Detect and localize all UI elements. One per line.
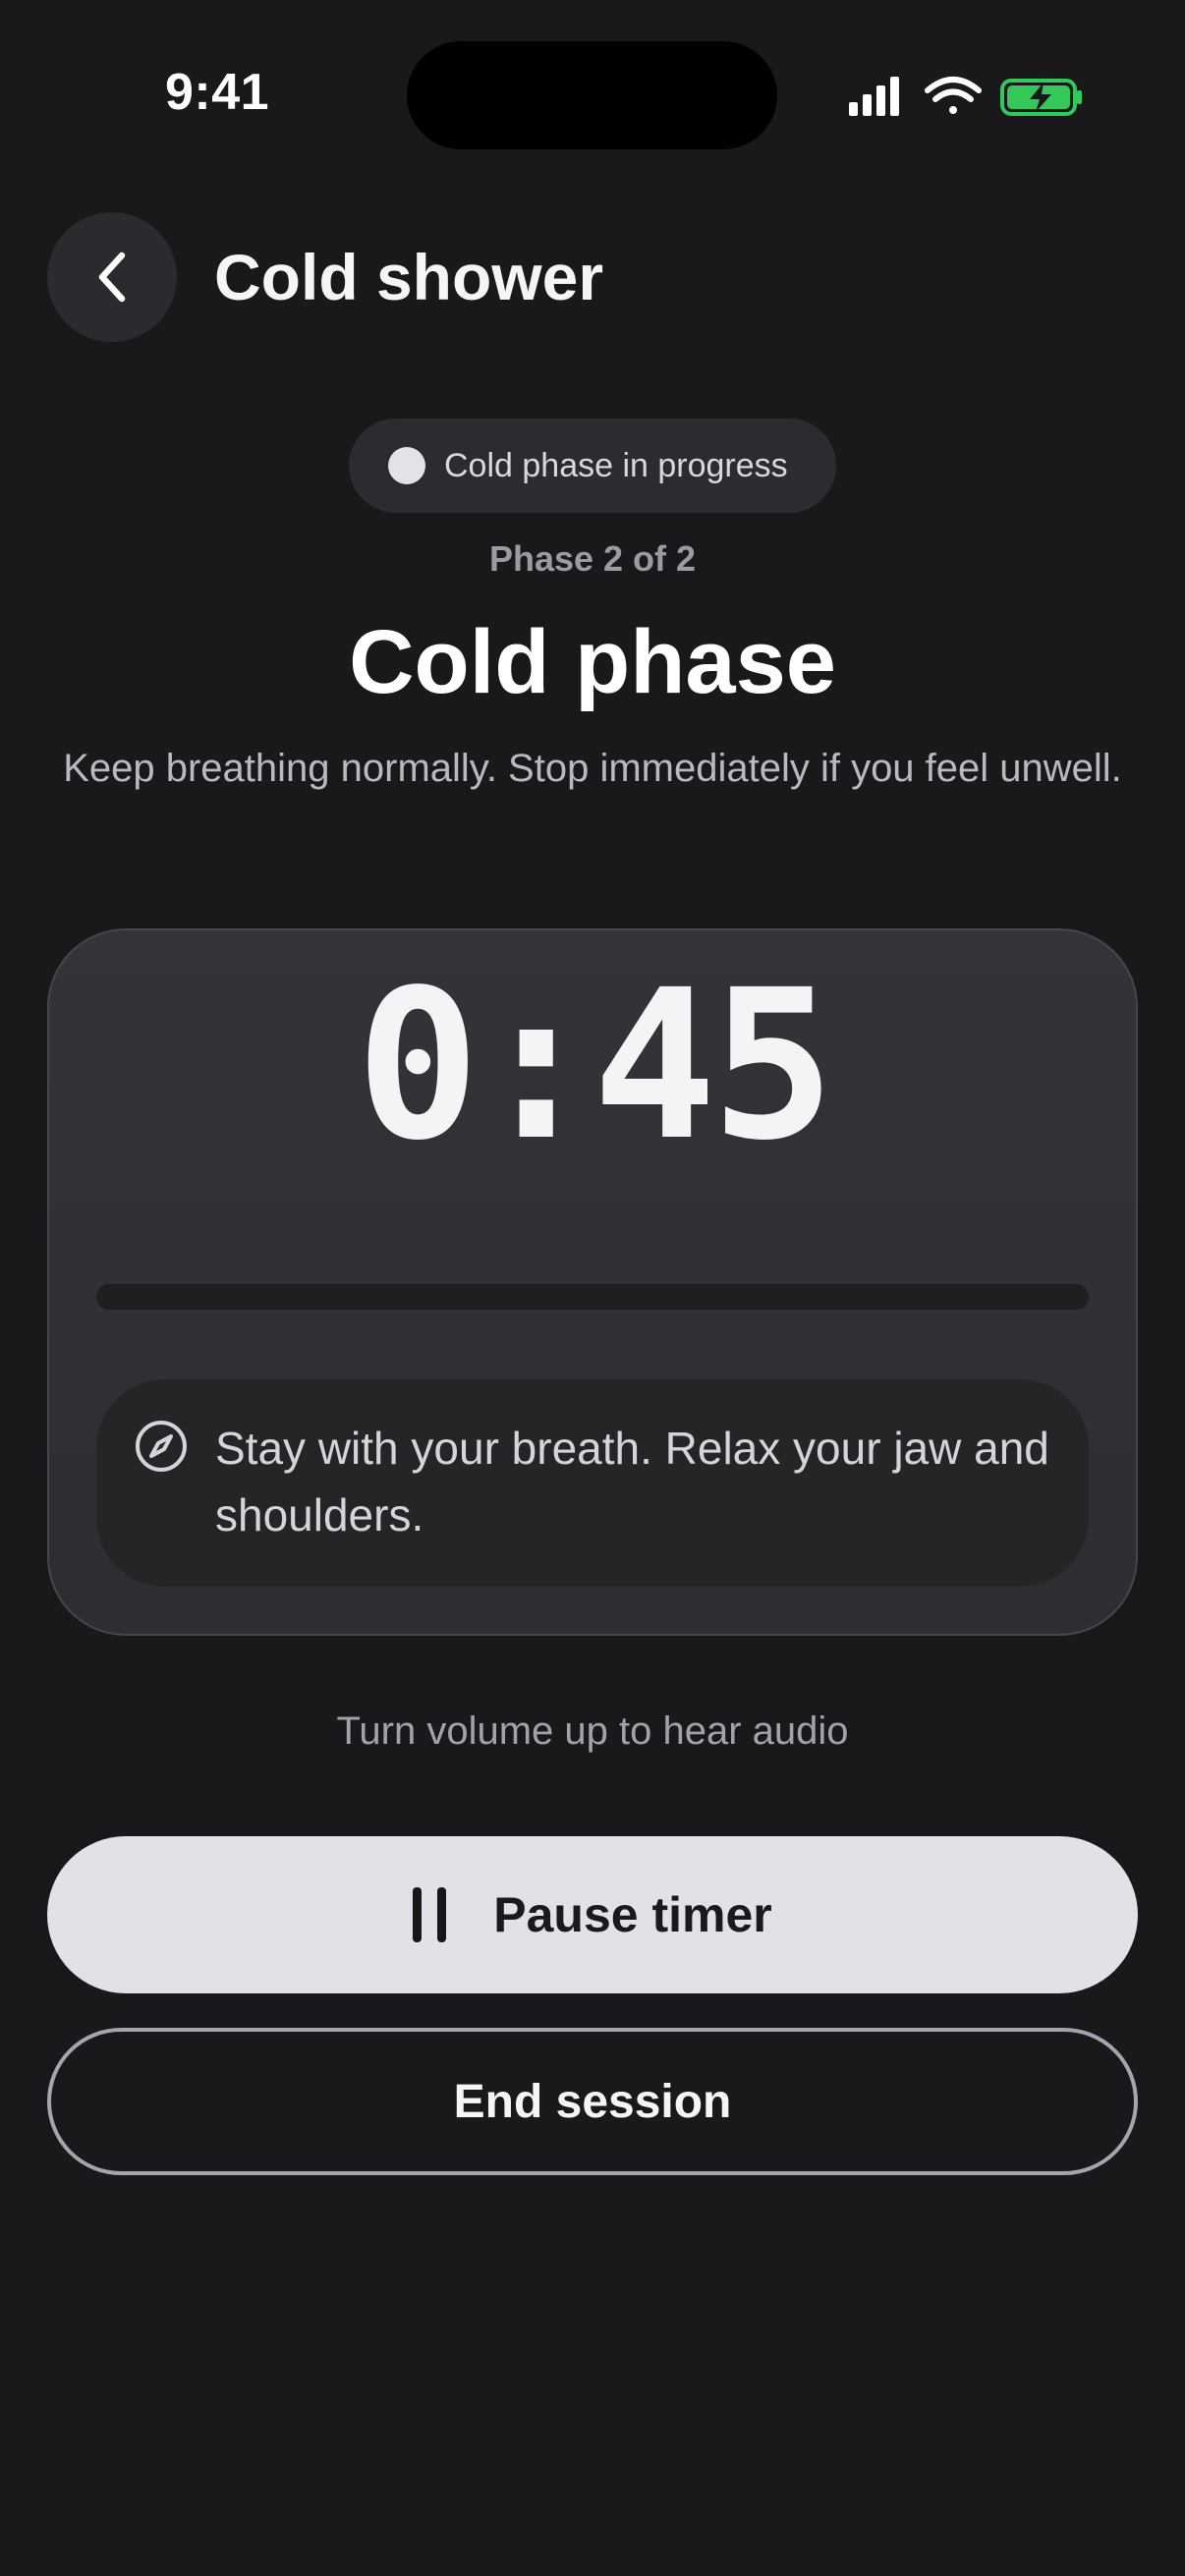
status-badge: Cold phase in progress	[349, 419, 836, 513]
back-button[interactable]	[47, 212, 177, 342]
status-bar-time: 9:41	[165, 64, 270, 121]
end-session-label: End session	[453, 2075, 732, 2128]
signal-icon	[849, 77, 899, 116]
pause-timer-label: Pause timer	[493, 1887, 772, 1942]
battery-charging-icon	[1000, 79, 1082, 116]
volume-hint: Turn volume up to hear audio	[336, 1709, 849, 1753]
end-session-button[interactable]: End session	[47, 2028, 1138, 2175]
compass-icon	[136, 1421, 187, 1472]
status-bar-icons	[849, 77, 1082, 116]
status-dot-icon	[388, 447, 425, 484]
wifi-icon	[925, 77, 982, 114]
countdown-timer: 0:45	[356, 945, 835, 1186]
tip-text: Stay with your breath. Relax your jaw an…	[215, 1423, 1049, 1540]
page-title: Cold shower	[214, 241, 604, 313]
dynamic-island	[407, 41, 777, 149]
phase-description: Keep breathing normally. Stop immediatel…	[63, 747, 1122, 790]
pause-icon	[413, 1887, 447, 1942]
phase-progress-bar	[96, 1284, 1089, 1310]
pause-timer-button[interactable]: Pause timer	[47, 1836, 1138, 1993]
chevron-left-icon	[98, 252, 126, 303]
status-badge-label: Cold phase in progress	[444, 446, 788, 484]
phase-title: Cold phase	[349, 612, 836, 712]
phase-counter: Phase 2 of 2	[488, 538, 697, 579]
